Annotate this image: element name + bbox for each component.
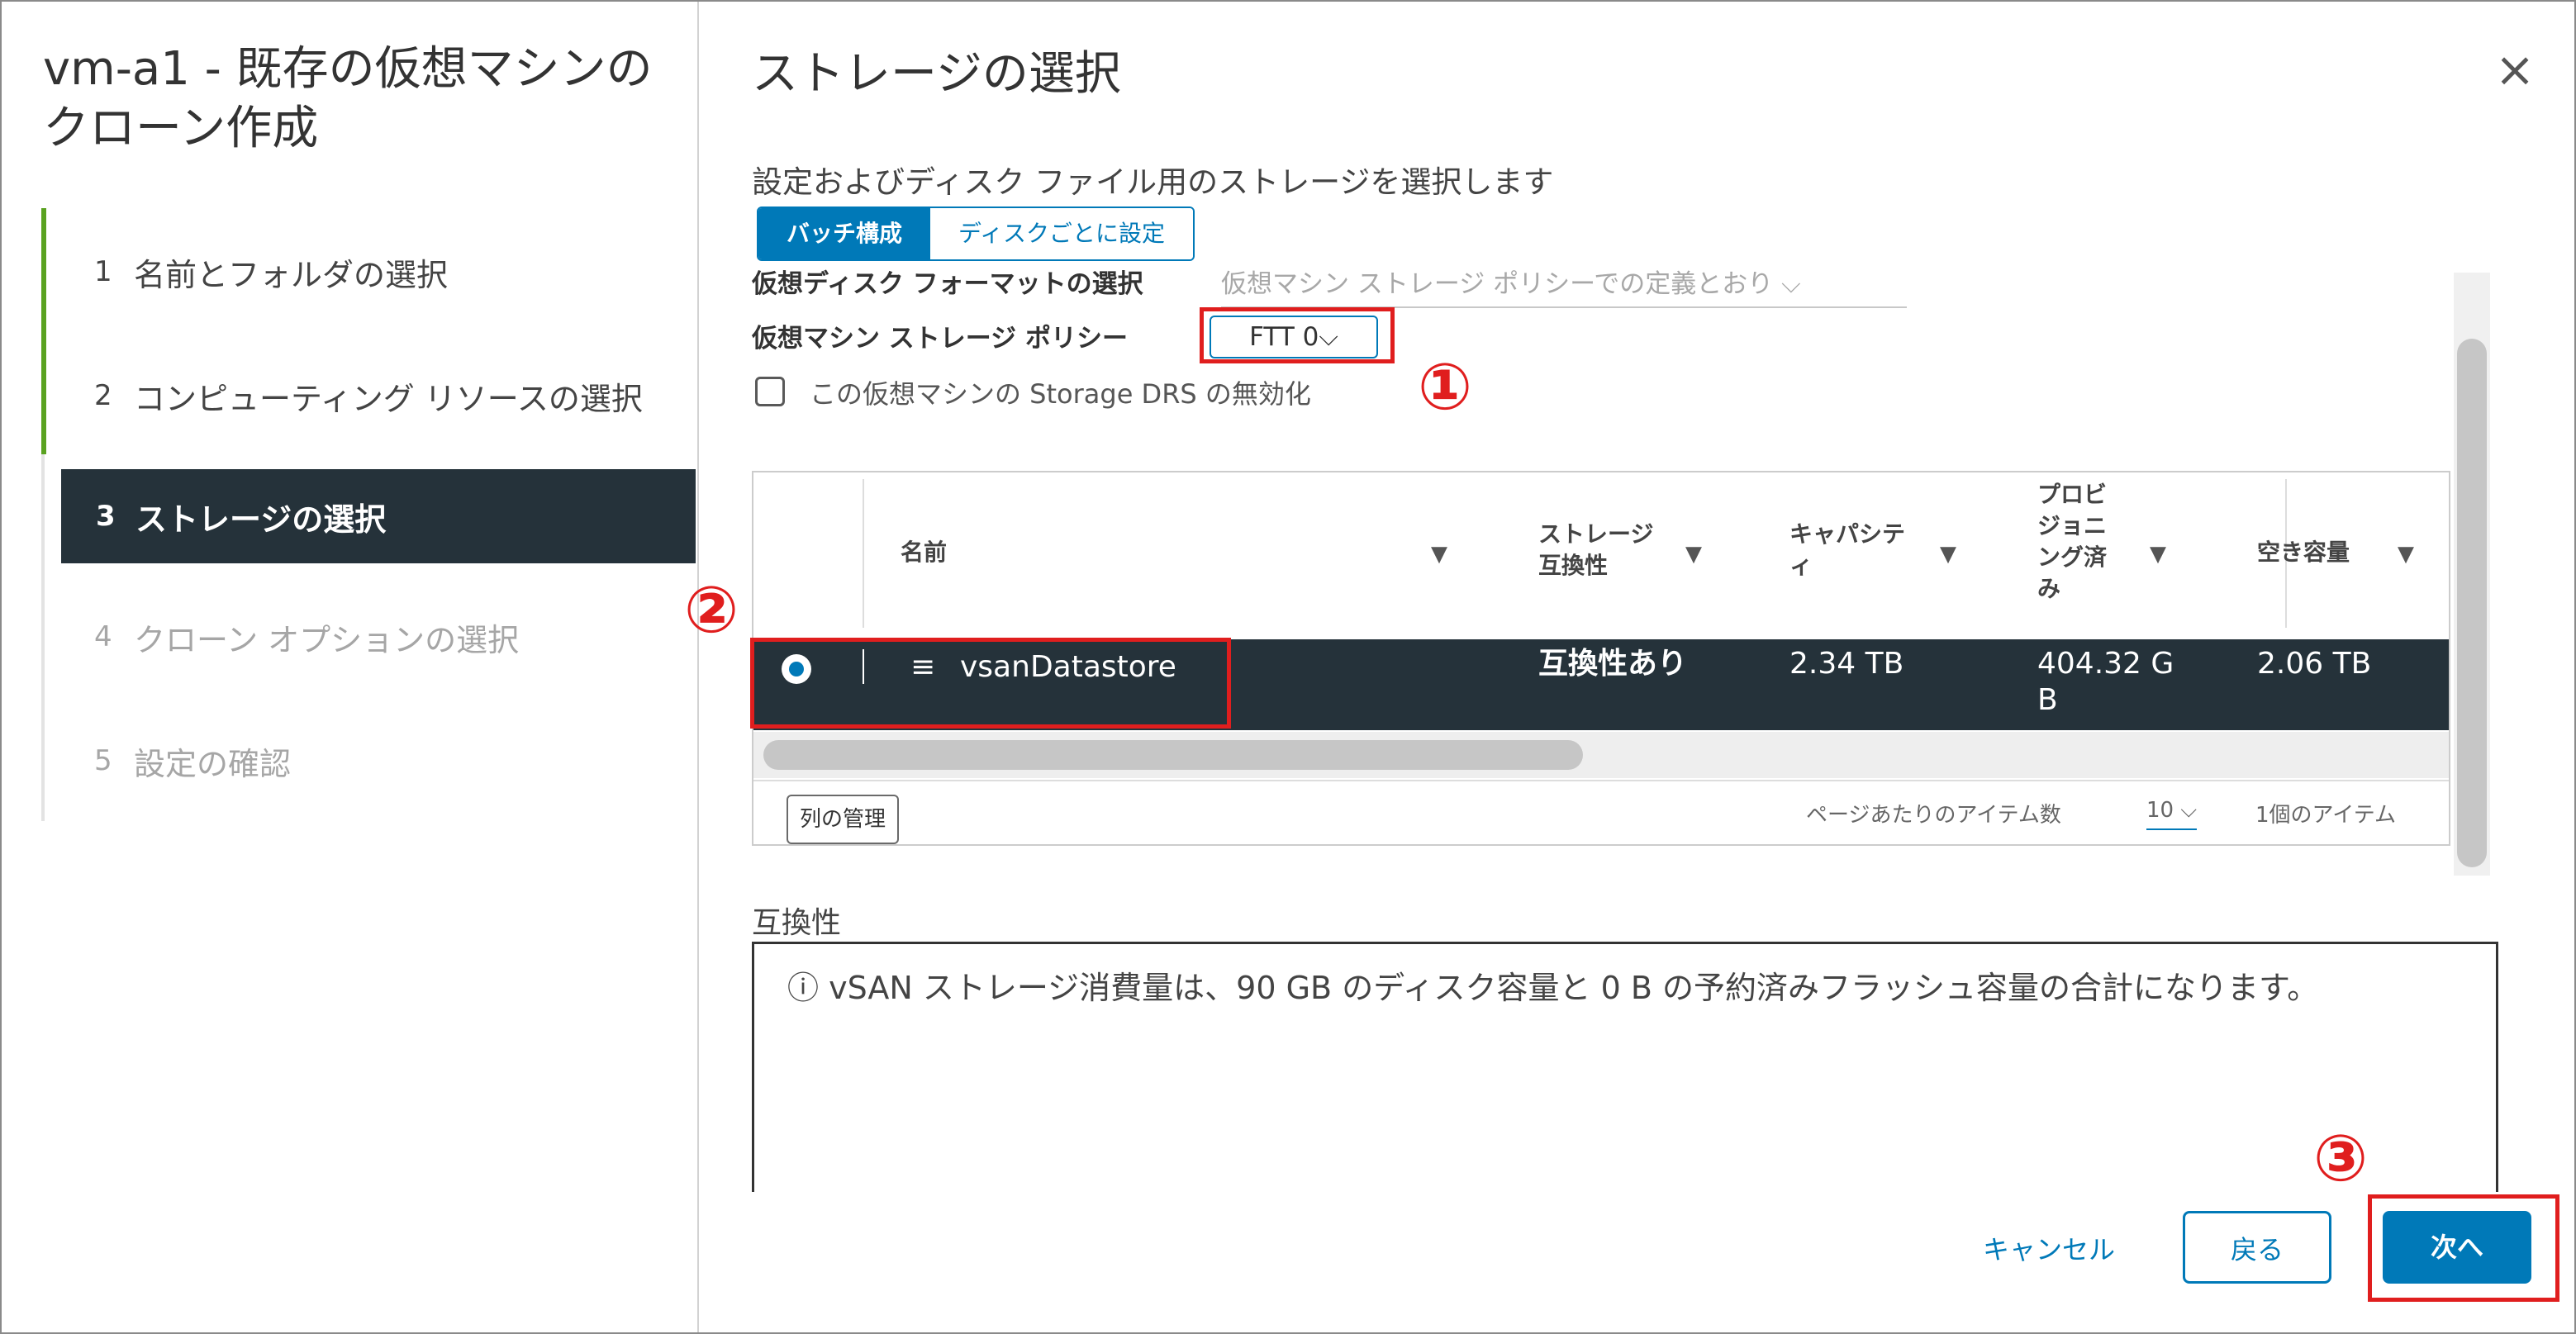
datastore-compat: 互換性あり [1538,647,1688,681]
vertical-scrollbar[interactable] [2454,273,2490,876]
wizard-step-2[interactable]: 2 コンピューティング リソースの選択 [59,349,687,443]
disk-format-select[interactable]: 仮想マシン ストレージ ポリシーでの定義とおり ⌵ [1221,263,1907,308]
step-label: コンピューティング リソースの選択 [134,380,643,417]
col-header-free[interactable]: 空き容量 [2257,537,2350,568]
page-description: 設定およびディスク ファイル用のストレージを選択します [752,164,1554,200]
page-size-select[interactable]: 10 ⌵ [2146,798,2198,830]
annotation-box-2 [750,638,1231,729]
col-header-name[interactable]: 名前 [901,537,947,568]
filter-icon[interactable]: ▼ [1685,542,1702,567]
col-header-capacity[interactable]: キャパシテ ィ [1789,519,1905,582]
batch-config-button[interactable]: バッチ構成 [758,208,931,259]
filter-icon[interactable]: ▼ [1940,542,1956,567]
annotation-box-1 [1200,307,1395,363]
compatibility-message: ⓘ vSAN ストレージ消費量は、90 GB のディスク容量と 0 B の予約済… [787,970,2319,1006]
annotation-number-2: ② [684,573,739,648]
wizard-step-5: 5 設定の確認 [59,714,687,808]
grid-footer: 列の管理 ページあたりのアイテム数 10 ⌵ 1個のアイテム [753,780,2449,844]
annotation-box-3 [2368,1194,2559,1302]
step-label: 名前とフォルダの選択 [134,256,449,293]
step-number: 1 [94,255,112,288]
cancel-button[interactable]: キャンセル [1983,1229,2115,1267]
back-button[interactable]: 戻る [2183,1211,2331,1284]
wizard-sidebar: vm-a1 - 既存の仮想マシンのクローン作成 1 名前とフォルダの選択 2 コ… [2,2,699,1332]
datastore-provisioned: 404.32 G B [2037,647,2174,717]
step-label: クローン オプションの選択 [134,621,520,658]
column-manager-button[interactable]: 列の管理 [787,795,900,844]
step-number: 5 [94,744,112,777]
horizontal-scrollbar[interactable] [753,732,2449,778]
close-icon[interactable]: × [2492,45,2538,93]
annotation-number-3: ③ [2313,1122,2369,1196]
step-label: 設定の確認 [134,745,292,782]
datastore-free: 2.06 TB [2257,647,2372,681]
datastore-capacity: 2.34 TB [1789,647,1904,681]
filter-icon[interactable]: ▼ [2150,542,2166,567]
sdrs-disable-checkbox[interactable] [755,377,785,406]
scrollbar-thumb[interactable] [763,740,1583,770]
page-title: ストレージの選択 [752,47,1121,101]
wizard-step-4: 4 クローン オプションの選択 [59,590,687,684]
grid-header: 名前 ▼ ストレージ 互換性 ▼ キャパシテ ィ ▼ プロビ ジョニ ング済 み… [753,472,2449,634]
col-header-compat[interactable]: ストレージ 互換性 [1538,519,1653,582]
annotation-number-1: ① [1418,350,1473,425]
item-count: 1個のアイテム [2255,803,2396,828]
info-icon: ⓘ [787,970,820,1006]
progress-rail-remaining [41,454,45,821]
page-size-label: ページあたりのアイテム数 [1806,803,2061,828]
scrollbar-thumb[interactable] [2457,339,2487,867]
step-number: 2 [94,379,112,412]
step-number: 4 [94,620,112,653]
storage-policy-label: 仮想マシン ストレージ ポリシー [752,324,1128,354]
step-number: 3 [96,500,116,533]
filter-icon[interactable]: ▼ [1431,542,1447,567]
step-label: ストレージの選択 [135,501,387,538]
compatibility-panel: ⓘ vSAN ストレージ消費量は、90 GB のディスク容量と 0 B の予約済… [752,942,2498,1192]
config-mode-toggle: バッチ構成 ディスクごとに設定 [757,207,1195,261]
wizard-title: vm-a1 - 既存の仮想マシンのクローン作成 [43,42,653,155]
progress-rail [41,208,46,454]
disk-format-label: 仮想ディスク フォーマットの選択 [752,269,1143,299]
wizard-step-1[interactable]: 1 名前とフォルダの選択 [59,225,687,319]
sdrs-disable-label: この仮想マシンの Storage DRS の無効化 [810,378,1311,410]
filter-icon[interactable]: ▼ [2398,542,2414,567]
col-header-provisioned[interactable]: プロビ ジョニ ング済 み [2037,479,2107,605]
per-disk-config-button[interactable]: ディスクごとに設定 [930,208,1194,259]
wizard-step-3[interactable]: 3 ストレージの選択 [61,469,696,563]
compatibility-label: 互換性 [752,906,842,940]
